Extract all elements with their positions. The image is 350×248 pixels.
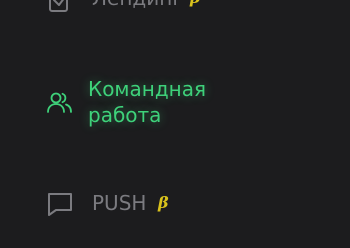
team-users-icon xyxy=(45,88,75,118)
sidebar-item-label: PUSH xyxy=(92,191,147,215)
sidebar-item-label: Командная работа xyxy=(88,77,207,127)
chat-bubble-icon xyxy=(45,189,75,219)
sidebar-item-team-work[interactable]: Командная работа xyxy=(0,74,350,130)
sidebar-item-push[interactable]: PUSH β xyxy=(0,188,350,220)
beta-badge: β xyxy=(190,0,201,7)
beta-badge: β xyxy=(158,193,169,212)
sidebar-item-label: Лендинг xyxy=(92,0,183,10)
landing-page-icon xyxy=(45,0,75,16)
sidebar-item-landing[interactable]: Лендинг β xyxy=(0,0,350,14)
